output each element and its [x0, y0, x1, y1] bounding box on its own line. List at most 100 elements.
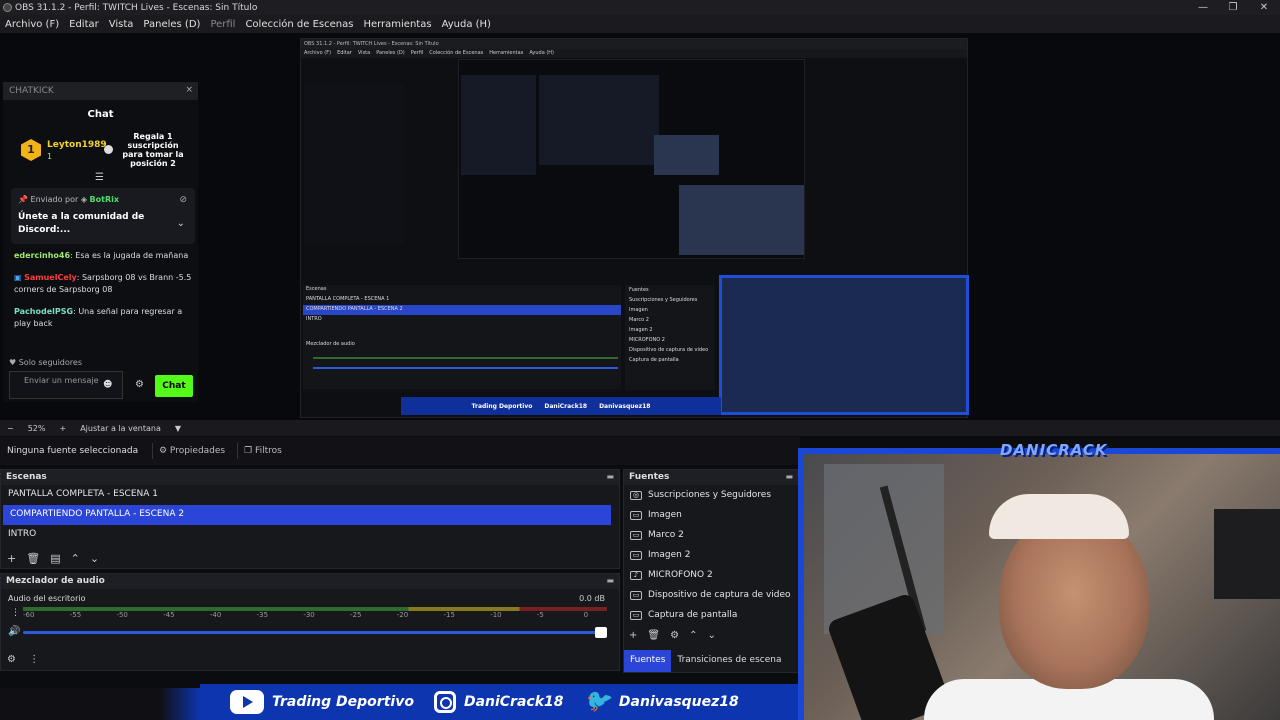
nested-banner-item: DaniCrack18: [544, 402, 588, 410]
scene-item[interactable]: INTRO: [1, 525, 619, 545]
meter-tick-label: -5: [536, 611, 544, 619]
gift-leaderboard[interactable]: 1 Leyton1989 1 Regala 1 suscripción para…: [21, 132, 191, 172]
rank-badge-icon: 1: [21, 139, 41, 161]
chevron-down-icon[interactable]: ⌄: [177, 218, 185, 229]
banner-instagram: DaniCrack18: [433, 691, 564, 713]
filter-icon[interactable]: ☰: [95, 172, 104, 183]
menu-archivo[interactable]: Archivo (F): [0, 19, 64, 30]
gear-icon[interactable]: ⚙: [7, 654, 16, 665]
sources-dock: Fuentes ▬ ◎ Suscripciones y Seguidores ▭ Im…: [623, 469, 799, 673]
menu-vista[interactable]: Vista: [104, 19, 139, 30]
globe-icon: ◎: [630, 490, 642, 500]
zoom-dropdown-icon[interactable]: ▼: [175, 424, 181, 433]
send-chat-button[interactable]: Chat: [155, 375, 193, 397]
restore-button[interactable]: ❐: [1218, 0, 1248, 15]
move-up-button[interactable]: ⌃: [71, 552, 80, 565]
gear-icon[interactable]: ⚙: [135, 379, 144, 390]
sources-header: Fuentes ▬: [624, 470, 798, 485]
more-options-icon[interactable]: ⋮: [29, 654, 39, 665]
volume-slider[interactable]: [23, 631, 607, 634]
dock-menu-icon[interactable]: ▬: [606, 472, 614, 481]
tab-sources[interactable]: Fuentes: [624, 650, 672, 672]
minimize-button[interactable]: —: [1188, 0, 1218, 15]
gift-message: Regala 1 suscripción para tomar la posic…: [122, 132, 184, 168]
chat-message: ▣ SamuelCely: Sarpsborg 08 vs Brann -5.5…: [14, 272, 194, 296]
meter-tick-label: -20: [396, 611, 409, 619]
filters-button[interactable]: ❐ Filtros: [237, 443, 288, 459]
unpin-icon[interactable]: ⊘: [179, 195, 187, 205]
menu-perfil[interactable]: Perfil: [205, 19, 240, 30]
banner-instagram-label: DaniCrack18: [463, 694, 564, 710]
zoom-fit-label[interactable]: Ajustar a la ventana: [80, 424, 161, 433]
remove-scene-button[interactable]: 🗑: [26, 552, 40, 565]
emoji-icon[interactable]: ☻: [103, 380, 112, 390]
menu-paneles[interactable]: Paneles (D): [138, 19, 205, 30]
tab-scene-transitions[interactable]: Transiciones de escena: [671, 650, 787, 672]
add-source-button[interactable]: +: [629, 630, 637, 641]
nested-title: OBS 31.1.2 - Perfil: TWITCH Lives - Esce…: [301, 39, 967, 49]
add-scene-button[interactable]: +: [7, 552, 16, 565]
source-item[interactable]: ♪ MICROFONO 2: [624, 565, 798, 585]
chat-username[interactable]: edercinho46: [14, 251, 70, 260]
source-item[interactable]: ▭ Dispositivo de captura de video: [624, 585, 798, 605]
chat-username[interactable]: SamuelCely: [24, 273, 77, 282]
nested-banner: Trading Deportivo DaniCrack18 Danivasque…: [401, 397, 721, 415]
image-icon: ▭: [630, 530, 642, 540]
chat-dock: CHATKICK × Chat 1 Leyton1989 1 Regala 1 …: [3, 82, 198, 402]
move-down-button[interactable]: ⌄: [90, 552, 99, 565]
audio-mixer-dock: Mezclador de audio ▬ Audio del escritori…: [0, 573, 620, 671]
nested-sources-title: Fuentes: [629, 287, 649, 293]
sources-toolbar: + 🗑 ⚙ ⌃ ⌄: [629, 630, 716, 641]
menu-ayuda[interactable]: Ayuda (H): [437, 19, 496, 30]
nested-sources: Fuentes Suscripciones y Seguidores Image…: [625, 285, 715, 390]
nested-source-row: Suscripciones y Seguidores: [629, 297, 698, 303]
chat-dock-title: CHATKICK: [9, 86, 54, 96]
nested-scene-row: INTRO: [306, 316, 322, 322]
banner-twitter: 🐦 Danivasquez18: [584, 691, 739, 713]
nested-menu-item: Herramientas: [489, 50, 524, 56]
source-item[interactable]: ▭ Imagen: [624, 505, 798, 525]
nested-screen-capture: OBS 31.1.2 - Perfil: TWITCH Lives - Esce…: [300, 38, 969, 418]
deep-cam-tile: [679, 185, 804, 255]
remove-source-button[interactable]: 🗑: [647, 630, 660, 641]
pinned-text: Únete a la comunidad de Discord:...: [18, 212, 145, 235]
speaker-icon[interactable]: 🔊: [8, 626, 20, 637]
move-up-button[interactable]: ⌃: [689, 630, 697, 641]
nested-scene-row: PANTALLA COMPLETA - ESCENA 1: [306, 296, 390, 302]
menu-herramientas[interactable]: Herramientas: [358, 19, 436, 30]
more-options-icon[interactable]: ⋮: [11, 608, 20, 618]
nested-slider: [313, 367, 618, 369]
meter-tick-label: -50: [116, 611, 128, 619]
dock-menu-icon[interactable]: ▬: [785, 472, 793, 481]
menu-coleccion-escenas[interactable]: Colección de Escenas: [240, 19, 358, 30]
nested-scene-row: COMPARTIENDO PANTALLA - ESCENA 2: [303, 305, 621, 315]
source-item[interactable]: ◎ Suscripciones y Seguidores: [624, 485, 798, 505]
move-down-button[interactable]: ⌄: [707, 630, 715, 641]
dock-menu-icon[interactable]: ▬: [606, 576, 614, 585]
microphone-icon: ♪: [630, 570, 642, 580]
nested-menu-item: Paneles (D): [376, 50, 405, 56]
menu-editar[interactable]: Editar: [64, 19, 104, 30]
scene-item-selected[interactable]: COMPARTIENDO PANTALLA - ESCENA 2: [3, 505, 611, 525]
nested-source-row: Imagen: [629, 307, 648, 313]
volume-slider-handle[interactable]: [595, 627, 607, 638]
source-item[interactable]: ▭ Marco 2: [624, 525, 798, 545]
meter-ticks: -60 -55 -50 -45 -40 -35 -30 -25 -20 -15 -10 -5 0: [23, 611, 607, 621]
meter-tick-label: 0: [583, 611, 589, 619]
close-button[interactable]: ✕: [1249, 0, 1279, 15]
zoom-out-button[interactable]: −: [7, 424, 14, 433]
nested-chat: [304, 84, 404, 244]
properties-button[interactable]: ⚙ Propiedades: [152, 443, 231, 459]
zoom-in-button[interactable]: +: [59, 424, 66, 433]
pinned-bot-name: BotRix: [89, 195, 120, 204]
pinned-message[interactable]: 📌 Enviado por ◈ BotRix ⊘ Únete a la comu…: [11, 188, 195, 244]
meter-tick-label: -55: [69, 611, 82, 619]
close-icon[interactable]: ×: [185, 85, 193, 95]
scene-item[interactable]: PANTALLA COMPLETA - ESCENA 1: [1, 485, 619, 505]
camera-icon: ▭: [630, 590, 642, 600]
chat-username[interactable]: PachodelPSG: [14, 307, 73, 316]
source-item[interactable]: ▭ Imagen 2: [624, 545, 798, 565]
source-item[interactable]: ▭ Captura de pantalla: [624, 605, 798, 625]
source-properties-button[interactable]: ⚙: [670, 630, 679, 641]
scene-filters-button[interactable]: ▤: [50, 552, 60, 565]
